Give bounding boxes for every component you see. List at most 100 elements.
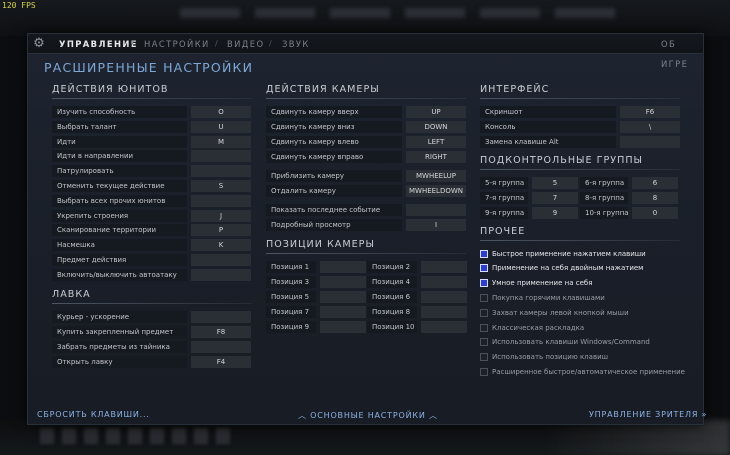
keybind-key-button[interactable]: 9: [532, 207, 578, 219]
game-background-menu: [180, 8, 620, 18]
section-title-units: ДЕЙСТВИЯ ЮНИТОВ: [52, 84, 169, 95]
section-title-camera-positions: ПОЗИЦИИ КАМЕРЫ: [266, 239, 375, 250]
keybind-key-button[interactable]: 8: [632, 192, 678, 204]
keybind-key-button[interactable]: [191, 341, 251, 353]
option-label: Использовать клавиши Windows/Command: [492, 338, 650, 347]
keybind-key-button[interactable]: [191, 311, 251, 323]
keybind-row: 5-я группа 5: [480, 177, 578, 189]
keybind-key-button[interactable]: [191, 165, 251, 178]
keybind-key-button[interactable]: [320, 306, 366, 318]
section-divider: [266, 98, 466, 99]
reset-keys-button[interactable]: СБРОСИТЬ КЛАВИШИ...: [37, 410, 150, 419]
checkbox-unchecked[interactable]: [480, 293, 488, 302]
tab-video[interactable]: ВИДЕО: [227, 34, 264, 54]
keybind-key-button[interactable]: [191, 150, 251, 163]
keybind-key-button[interactable]: MWHEELDOWN: [406, 185, 466, 197]
checkbox-checked[interactable]: [480, 279, 488, 288]
keybind-key-button[interactable]: DOWN: [406, 121, 466, 133]
keybind-key-button[interactable]: P: [191, 224, 251, 237]
checkbox-unchecked[interactable]: [480, 323, 488, 332]
game-dock-icons: [40, 428, 230, 444]
section-divider: [52, 98, 252, 99]
keybind-key-button[interactable]: [421, 276, 467, 288]
keybind-key-button[interactable]: F8: [191, 326, 251, 338]
keybind-key-button[interactable]: [191, 194, 251, 207]
keybind-row: Укрепить строения J: [52, 209, 251, 222]
keybind-key-button[interactable]: MWHEELUP: [406, 170, 466, 182]
keybind-key-button[interactable]: [421, 291, 467, 303]
keybind-key-button[interactable]: S: [191, 180, 251, 192]
game-background-top: [0, 0, 730, 36]
option-checkbox-row[interactable]: Расширенное быстрое/автоматическое приме…: [480, 366, 685, 377]
checkbox-unchecked[interactable]: [480, 353, 488, 362]
keybind-key-button[interactable]: RIGHT: [406, 151, 466, 163]
tab-settings[interactable]: НАСТРОЙКИ: [144, 34, 210, 54]
tab-controls[interactable]: УПРАВЛЕНИЕ: [59, 34, 138, 54]
keybind-key-button[interactable]: [421, 306, 467, 318]
checkbox-unchecked[interactable]: [480, 308, 488, 317]
keybind-row: Предмет действия: [52, 254, 251, 266]
keybind-key-button[interactable]: O: [191, 106, 251, 118]
about-game-link[interactable]: ОБ ИГРЕ: [661, 34, 703, 69]
settings-panel: ⚙ УПРАВЛЕНИЕ / НАСТРОЙКИ / ВИДЕО / ЗВУК …: [27, 33, 707, 425]
keybind-key-button[interactable]: [320, 261, 366, 273]
tab-sound[interactable]: ЗВУК: [282, 34, 310, 54]
keybind-key-button[interactable]: J: [191, 209, 251, 222]
keybind-row: Выбрать всех прочих юнитов: [52, 194, 251, 207]
option-checkbox-row[interactable]: Умное применение на себя: [480, 278, 592, 289]
keybind-label: Позиция 4: [367, 276, 417, 288]
keybind-key-button[interactable]: [406, 204, 466, 216]
option-checkbox-row[interactable]: Покупка горячими клавишами: [480, 292, 605, 303]
keybind-label: Сдвинуть камеру влево: [266, 136, 402, 148]
keybind-key-button[interactable]: [191, 254, 251, 266]
keybind-key-button[interactable]: M: [191, 135, 251, 148]
keybind-label: 8-я группа: [580, 192, 628, 204]
keybind-label: Позиция 3: [266, 276, 316, 288]
keybind-key-button[interactable]: [421, 321, 467, 333]
keybind-key-button[interactable]: 6: [632, 177, 678, 189]
keybind-key-button[interactable]: 0: [632, 207, 678, 219]
checkbox-unchecked[interactable]: [480, 338, 488, 347]
keybind-key-button[interactable]: K: [191, 239, 251, 252]
keybind-label: Консоль: [480, 121, 616, 133]
option-checkbox-row[interactable]: Захват камеры левой кнопкой мыши: [480, 307, 629, 318]
checkbox-checked[interactable]: [480, 249, 488, 258]
option-checkbox-row[interactable]: Быстрое применение нажатием клавиши: [480, 248, 646, 259]
keybind-row: 6-я группа 6: [580, 177, 678, 189]
option-checkbox-row[interactable]: Классическая раскладка: [480, 322, 584, 333]
spectator-controls-button[interactable]: УПРАВЛЕНИЕ ЗРИТЕЛЯ »: [589, 410, 707, 419]
keybind-key-button[interactable]: I: [406, 219, 466, 231]
keybind-key-button[interactable]: U: [191, 120, 251, 133]
keybind-key-button[interactable]: [191, 268, 251, 281]
keybind-row: Подробный просмотр I: [266, 219, 466, 231]
section-divider: [266, 253, 466, 254]
option-checkbox-row[interactable]: Применение на себя двойным нажатием: [480, 263, 643, 274]
checkbox-unchecked[interactable]: [480, 367, 488, 376]
keybind-label: Предмет действия: [52, 254, 187, 266]
keybind-key-button[interactable]: F4: [191, 356, 251, 368]
keybind-key-button[interactable]: 7: [532, 192, 578, 204]
keybind-label: 10-я группа: [580, 207, 628, 219]
keybind-key-button[interactable]: [421, 261, 467, 273]
keybind-row: Позиция 1: [266, 261, 366, 273]
gear-icon[interactable]: ⚙: [32, 37, 46, 51]
section-divider: [480, 98, 680, 99]
keybind-key-button[interactable]: 5: [532, 177, 578, 189]
keybind-label: Включить/выключить автоатаку: [52, 268, 187, 281]
checkbox-checked[interactable]: [480, 264, 488, 273]
keybind-key-button[interactable]: [320, 291, 366, 303]
keybind-key-button[interactable]: [320, 276, 366, 288]
basic-settings-button[interactable]: ︿ ОСНОВНЫЕ НАСТРОЙКИ ︿: [298, 410, 438, 421]
option-checkbox-row[interactable]: Использовать клавиши Windows/Command: [480, 337, 650, 348]
keybind-key-button[interactable]: [320, 321, 366, 333]
keybind-label: Позиция 1: [266, 261, 316, 273]
keybind-key-button[interactable]: [620, 136, 680, 148]
keybind-key-button[interactable]: F6: [620, 106, 680, 118]
keybind-key-button[interactable]: UP: [406, 106, 466, 118]
keybind-key-button[interactable]: LEFT: [406, 136, 466, 148]
keybind-key-button[interactable]: \: [620, 121, 680, 133]
keybind-label: Выбрать талант: [52, 120, 187, 133]
option-label: Захват камеры левой кнопкой мыши: [492, 308, 629, 317]
keybind-row: 8-я группа 8: [580, 192, 678, 204]
option-checkbox-row[interactable]: Использовать позицию клавиш: [480, 352, 608, 363]
